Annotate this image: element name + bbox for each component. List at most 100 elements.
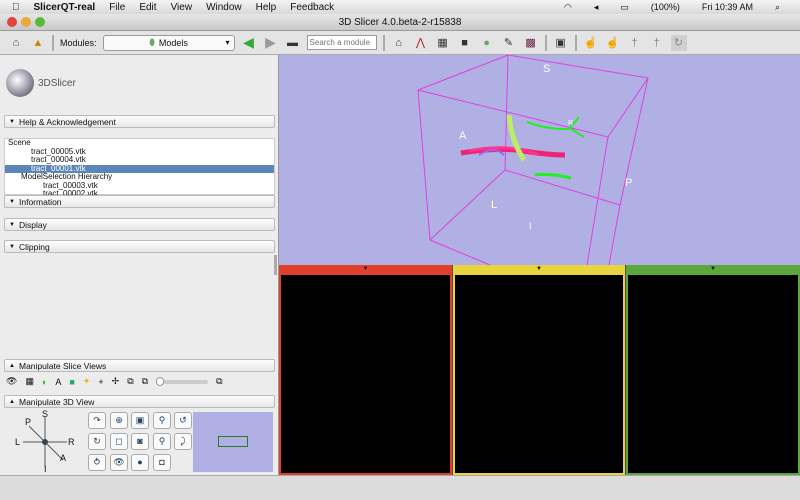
module-panel: 3DSlicer Help & Acknowledgement Scene tr…	[0, 55, 279, 475]
thumbnail-viewport	[218, 436, 248, 447]
axis-l: L	[15, 437, 21, 447]
3d-bounding-box	[417, 55, 649, 265]
link-icon[interactable]: ⧉	[127, 376, 133, 387]
section-slice-views[interactable]: Manipulate Slice Views	[4, 359, 275, 372]
menu-help[interactable]: Help	[256, 2, 277, 13]
stereo-button[interactable]: ◘	[153, 454, 171, 471]
separator	[574, 34, 577, 51]
editor-icon[interactable]: ✎	[501, 35, 517, 51]
spacing-icon[interactable]: ✢	[112, 376, 120, 387]
yellow-slice-bar[interactable]: ▼	[453, 265, 625, 273]
volume-rendering-icon[interactable]: ■	[457, 35, 473, 51]
slider-end-icon[interactable]: ⧉	[216, 376, 222, 387]
crosshair-icon[interactable]: +	[98, 377, 103, 387]
scrollbar[interactable]	[274, 255, 277, 275]
forward-icon[interactable]: ▶	[263, 34, 279, 51]
hotlink-icon[interactable]: ⧉	[142, 376, 148, 387]
section-information[interactable]: Information	[4, 195, 275, 208]
label-s: S	[543, 63, 551, 75]
zoom-button[interactable]	[35, 17, 45, 27]
green-slice-bar[interactable]: ▼	[626, 265, 800, 273]
menu-window[interactable]: Window	[206, 2, 242, 13]
spotlight-icon[interactable]: ⌕	[775, 2, 780, 13]
center-view-button[interactable]: ⊕	[110, 412, 128, 429]
back-icon[interactable]: ◀	[241, 34, 257, 51]
modules-label: Modules:	[60, 37, 97, 48]
label-i: I	[529, 221, 532, 231]
camera-button[interactable]: ◙	[131, 433, 149, 450]
menu-feedback[interactable]: Feedback	[290, 2, 334, 13]
3d-view[interactable]: S A P L I R	[279, 55, 800, 265]
menu-view[interactable]: View	[171, 2, 193, 13]
screenshot-button[interactable]: ▣	[131, 412, 149, 429]
load-data-icon[interactable]: ⌂	[8, 35, 24, 51]
render-mode-button[interactable]: ●	[131, 454, 149, 471]
section-display[interactable]: Display	[4, 218, 275, 231]
layout-select-icon[interactable]: ▣	[553, 35, 569, 51]
apple-icon[interactable]: 	[12, 2, 20, 13]
red-slice-bar[interactable]: ▼	[279, 265, 452, 273]
models-icon: ⬮	[149, 37, 155, 47]
model-tree[interactable]: Scene tract_00005.vtk tract_00004.vtk tr…	[4, 138, 275, 198]
view-transform-icon[interactable]: †	[649, 35, 665, 51]
pitch-button[interactable]: ↷	[88, 412, 106, 429]
volumes-icon[interactable]: ▦	[435, 35, 451, 51]
module-selector[interactable]: ⬮ Models	[102, 34, 235, 51]
layers-icon[interactable]: ■	[69, 377, 74, 387]
clock[interactable]: Fri 10:39 AM	[702, 2, 753, 12]
fit-icon[interactable]: ▦	[25, 376, 34, 387]
rotate-button[interactable]: ↻	[88, 433, 106, 450]
separator	[382, 34, 385, 51]
separator	[52, 34, 54, 51]
3d-thumbnail[interactable]	[193, 412, 273, 472]
axis-r: R	[68, 437, 75, 447]
zoom-out-button[interactable]: ⚲	[153, 433, 171, 450]
label-r: R	[568, 120, 574, 127]
slice-slider[interactable]	[156, 376, 209, 386]
section-clipping[interactable]: Clipping	[4, 240, 275, 253]
menubar:  SlicerQT-real File Edit View Window He…	[0, 0, 800, 14]
orientation-axes-icon	[23, 417, 67, 467]
spin-button[interactable]: ↺	[174, 412, 192, 429]
separator	[544, 34, 547, 51]
home-icon[interactable]: ⌂	[391, 35, 407, 51]
red-slice-view[interactable]	[279, 273, 452, 475]
axis-s: S	[42, 409, 49, 419]
rock-button[interactable]: ⤸	[174, 433, 192, 450]
data-icon[interactable]: ⋀	[413, 35, 429, 51]
yellow-slice-view[interactable]	[453, 273, 625, 475]
main-toolbar: ⌂ ▲ Modules: ⬮ Models ◀ ▶ ▬ ⌂ ⋀ ▦ ■ ● ✎ …	[0, 31, 800, 55]
box-toggle-button[interactable]: ◻	[110, 433, 128, 450]
wifi-icon[interactable]: ◠	[564, 2, 572, 13]
eye-icon[interactable]: 👁	[6, 376, 17, 387]
opacity-icon[interactable]: ◐	[42, 377, 47, 387]
volume-icon[interactable]: ◂	[594, 2, 599, 13]
crosshair-color-icon[interactable]: ✦	[83, 376, 91, 387]
transform-icon[interactable]: †	[627, 35, 643, 51]
section-help[interactable]: Help & Acknowledgement	[4, 115, 275, 128]
zoom-in-button[interactable]: ⚲	[153, 412, 171, 429]
window-bottom	[0, 475, 800, 500]
close-button[interactable]	[7, 17, 17, 27]
label-l: L	[491, 199, 498, 211]
visibility-button[interactable]: 👁	[110, 454, 128, 471]
annotation-icon[interactable]: A	[55, 377, 61, 387]
menu-edit[interactable]: Edit	[139, 2, 156, 13]
menu-app[interactable]: SlicerQT-real	[34, 2, 96, 13]
models-module-icon[interactable]: ●	[479, 35, 495, 51]
persistent-place-icon[interactable]: ☝	[605, 35, 621, 51]
green-slice-view[interactable]	[626, 273, 800, 475]
section-3d-view[interactable]: Manipulate 3D View	[4, 395, 275, 408]
layout-icon[interactable]: ▬	[285, 35, 301, 51]
menu-file[interactable]: File	[109, 2, 125, 13]
colors-icon[interactable]: ▩	[523, 35, 539, 51]
place-fiducial-icon[interactable]: ☝	[583, 35, 599, 51]
refresh-icon[interactable]: ↻	[670, 34, 687, 51]
module-search-input[interactable]	[306, 35, 377, 50]
battery-icon[interactable]: ▭	[620, 2, 629, 13]
slicer-logo-icon	[6, 69, 34, 97]
yaw-button[interactable]: ⥁	[88, 454, 106, 471]
save-icon[interactable]: ▲	[30, 35, 46, 51]
orientation-widget: S P L R A I	[15, 409, 75, 474]
minimize-button[interactable]	[21, 17, 31, 27]
